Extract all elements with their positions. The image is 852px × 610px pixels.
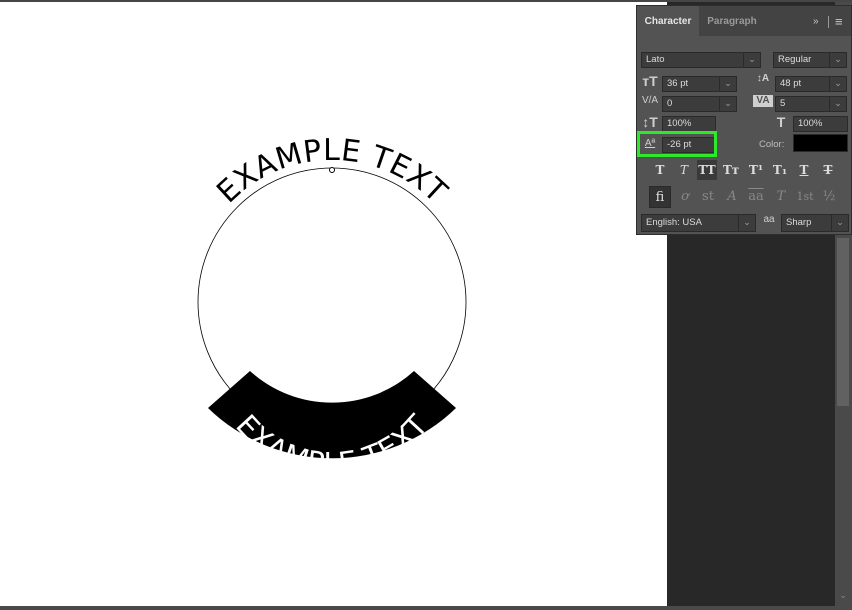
color-swatch[interactable] [793,134,848,152]
antialias-icon: aa [763,214,775,225]
horizontal-scale-icon: T [776,114,786,130]
faux-italic-button[interactable]: T [674,160,694,180]
leading-value: 48 pt [780,78,802,89]
kerning-input[interactable]: 0 ⌄ [662,96,737,112]
horizontal-scale-value: 100% [798,118,823,129]
character-panel: Character Paragraph » ≡ Lato ⌄ Regular ⌄… [636,5,852,235]
tab-divider [828,16,829,28]
leading-icon: ↕A [756,73,770,84]
bottom-bar [0,606,852,610]
font-family-value: Lato [646,54,665,65]
chevron-down-icon: ⌄ [738,215,755,231]
horizontal-scale-input[interactable]: 100% [793,116,848,132]
scroll-thumb[interactable] [837,238,849,406]
swash-button[interactable]: A [721,186,743,208]
font-size-icon: ᴛT [642,73,658,89]
all-caps-button[interactable]: TT [697,160,717,180]
chevron-down-icon: ⌄ [831,215,848,231]
font-style-select[interactable]: Regular ⌄ [773,52,847,68]
strikethrough-button[interactable]: T [818,160,838,180]
contextual-alternates-button[interactable]: ơ [674,186,696,208]
tracking-value: 5 [780,98,786,109]
tracking-input[interactable]: 5 ⌄ [775,96,847,112]
highlight-box [637,131,717,157]
expand-panel-icon[interactable]: » [813,6,819,36]
language-select[interactable]: English: USA ⌄ [641,214,756,232]
standard-ligatures-button[interactable]: fi [649,186,671,208]
artwork: EXAMPLE TEXT EXAMPLE TEXT [197,133,467,480]
kerning-icon: V/A [641,95,659,106]
path-anchor-point[interactable] [329,167,335,173]
chevron-down-icon: ⌄ [743,53,760,67]
font-size-value: 36 pt [667,78,689,89]
chevron-down-icon: ⌄ [719,77,736,91]
discretionary-ligatures-button[interactable]: st [697,186,719,208]
tab-paragraph[interactable]: Paragraph [701,6,763,36]
tracking-icon: VA [753,95,773,107]
vertical-scale-input[interactable]: 100% [662,116,716,132]
subscript-button[interactable]: T₁ [770,160,790,180]
font-family-select[interactable]: Lato ⌄ [641,52,761,68]
stylistic-alternates-button[interactable]: aa [745,186,767,208]
panel-menu-icon[interactable]: ≡ [835,6,843,36]
color-label: Color: [759,139,785,150]
chevron-down-icon: ⌄ [829,97,846,111]
antialias-value: Sharp [786,217,812,228]
chevron-down-icon: ⌄ [829,53,846,67]
panel-tabs: Character Paragraph » ≡ [637,6,851,36]
leading-input[interactable]: 48 pt ⌄ [775,76,847,92]
language-value: English: USA [646,217,702,228]
vertical-scale-value: 100% [667,118,692,129]
chevron-down-icon: ⌄ [829,77,846,91]
underline-button[interactable]: T [794,160,814,180]
chevron-down-icon: ⌄ [719,97,736,111]
antialias-select[interactable]: Sharp ⌄ [781,214,849,232]
font-style-value: Regular [778,54,812,65]
kerning-value: 0 [667,98,673,109]
faux-bold-button[interactable]: T [650,160,670,180]
vertical-scale-icon: ↕T [642,114,658,130]
small-caps-button[interactable]: Tт [721,160,741,180]
titling-alternates-button[interactable]: T [770,186,792,208]
ordinals-button[interactable]: 1st [794,186,816,208]
tab-character[interactable]: Character [637,6,699,36]
scroll-down-icon[interactable]: ⌄ [837,590,849,600]
superscript-button[interactable]: T¹ [746,160,766,180]
fractions-button[interactable]: ½ [818,186,840,208]
font-size-input[interactable]: 36 pt ⌄ [662,76,737,92]
